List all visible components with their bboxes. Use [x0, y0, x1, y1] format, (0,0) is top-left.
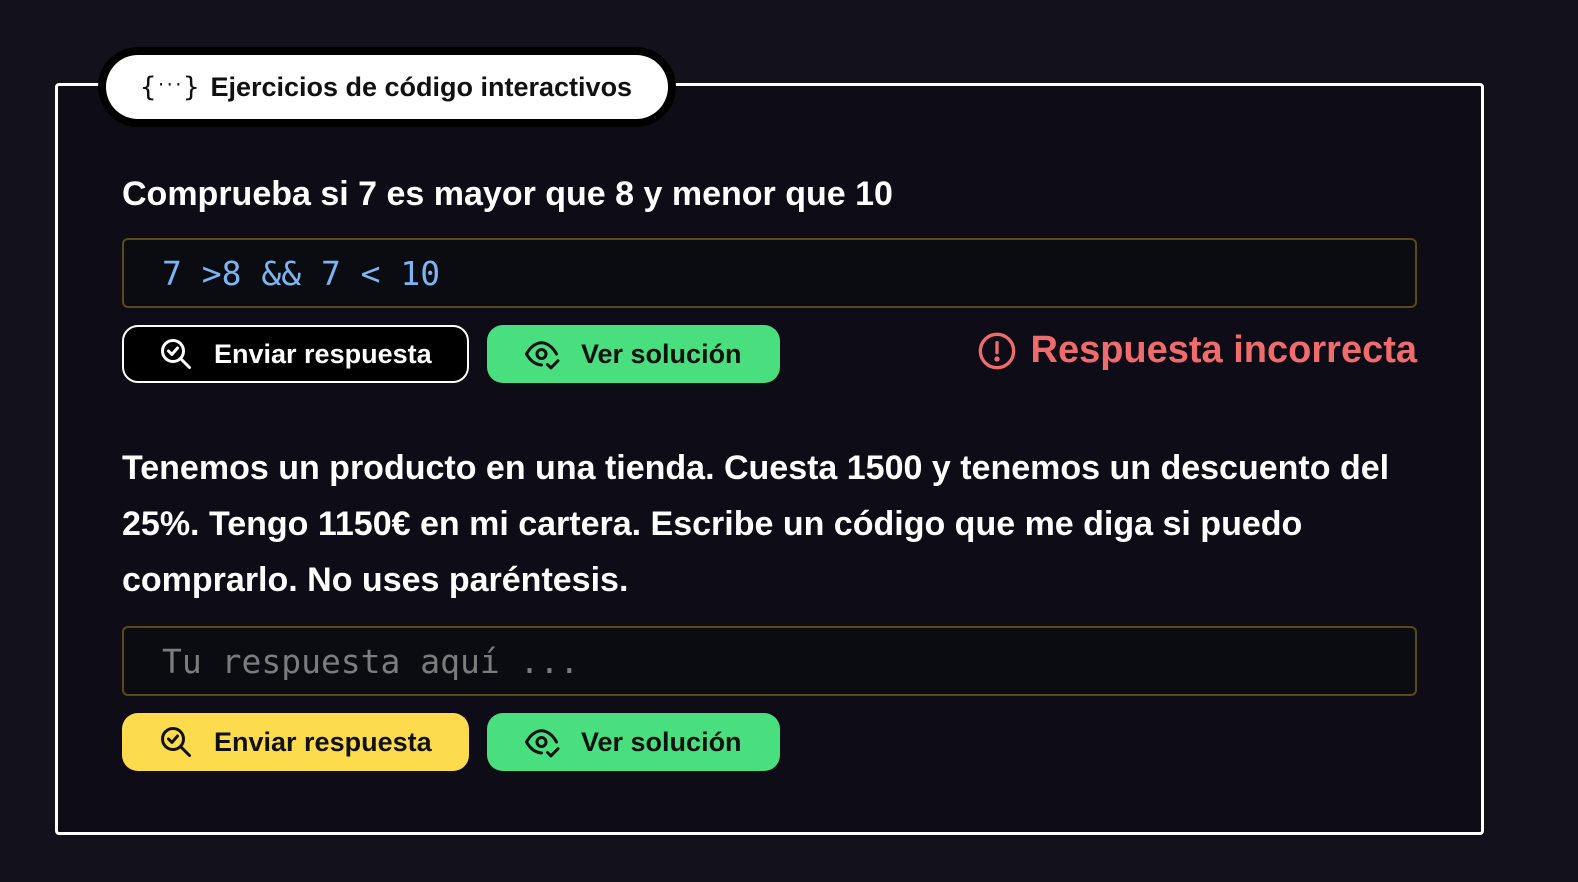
exercise-2-submit-button[interactable]: Enviar respuesta	[122, 713, 469, 771]
panel-title-badge: {···} Ejercicios de código interactivos	[98, 47, 676, 127]
alert-circle-icon	[978, 332, 1015, 369]
exercise-1-submit-label: Enviar respuesta	[214, 338, 432, 369]
exercise-2-solution-button[interactable]: Ver solución	[487, 713, 780, 771]
exercise-1-feedback: Respuesta incorrecta	[977, 329, 1418, 372]
eye-check-icon	[525, 729, 560, 758]
panel-title-badge-inner: {···} Ejercicios de código interactivos	[106, 55, 668, 119]
exercise-2-answer-placeholder: Tu respuesta aquí ...	[162, 641, 580, 681]
panel-title: Ejercicios de código interactivos	[210, 71, 633, 102]
exercise-2-actions: Enviar respuesta Ver solución	[122, 713, 1417, 773]
exercise-1-feedback-text: Respuesta incorrecta	[1030, 329, 1418, 371]
exercise-2-submit-label: Enviar respuesta	[214, 726, 432, 757]
search-check-icon	[161, 339, 191, 369]
exercise-1-question: Comprueba si 7 es mayor que 8 y menor qu…	[122, 175, 893, 213]
exercise-2: Tenemos un producto en una tienda. Cuest…	[122, 440, 1417, 773]
exercise-1: Comprueba si 7 es mayor que 8 y menor qu…	[122, 166, 1417, 385]
code-braces-icon: {···}	[140, 71, 199, 103]
eye-check-icon	[525, 341, 560, 370]
exercise-2-answer-input[interactable]: Tu respuesta aquí ...	[122, 626, 1417, 696]
exercise-1-answer-value: 7 >8 && 7 < 10	[162, 253, 441, 293]
exercise-1-solution-label: Ver solución	[581, 338, 742, 369]
exercise-1-answer-input[interactable]: 7 >8 && 7 < 10	[122, 238, 1417, 308]
exercise-1-actions: Enviar respuesta Ver solución Respuesta …	[122, 325, 1417, 385]
exercise-1-solution-button[interactable]: Ver solución	[487, 325, 780, 383]
exercise-2-question: Tenemos un producto en una tienda. Cuest…	[122, 449, 1390, 599]
exercise-2-solution-label: Ver solución	[581, 726, 742, 757]
exercise-1-submit-button[interactable]: Enviar respuesta	[122, 325, 469, 383]
search-check-icon	[161, 727, 191, 757]
